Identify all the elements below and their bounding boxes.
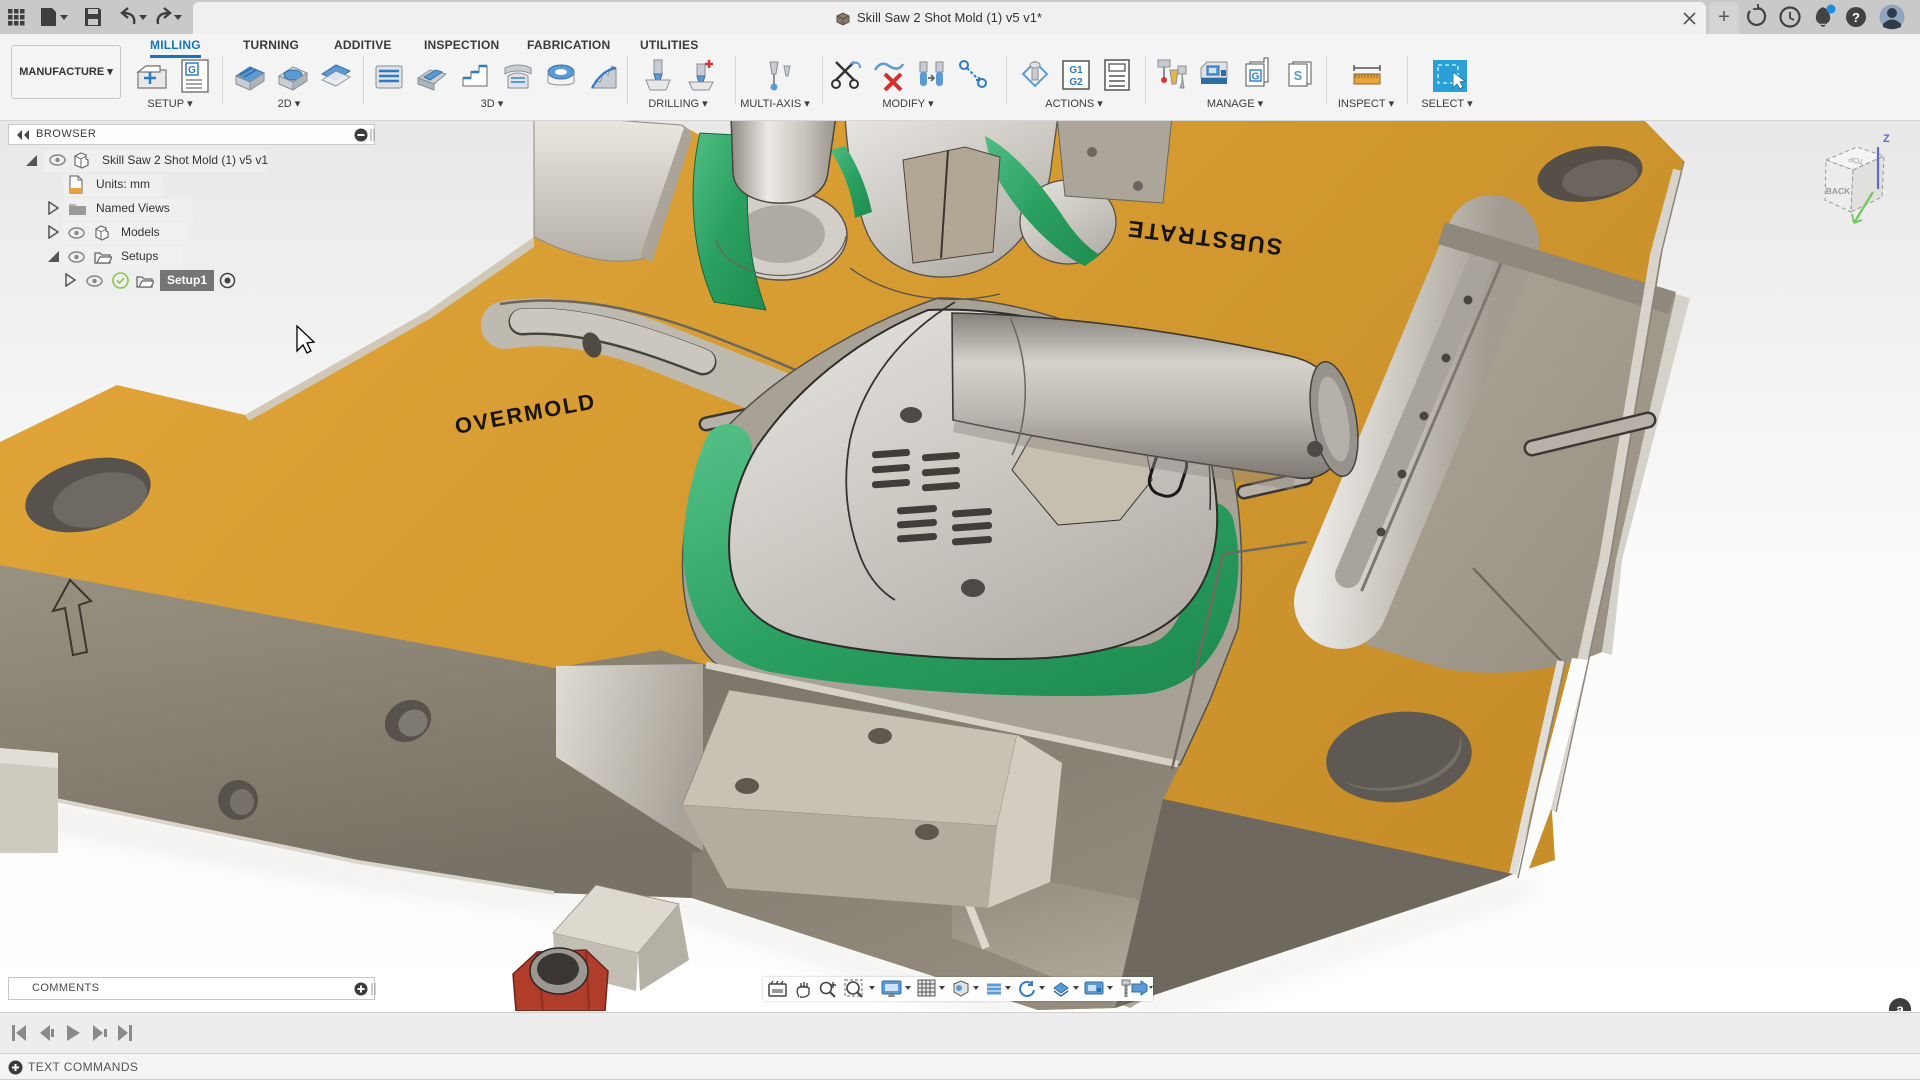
svg-text:G: G xyxy=(188,65,196,76)
svg-text:S: S xyxy=(1294,68,1303,83)
svg-text:Z: Z xyxy=(1883,133,1890,145)
svg-text:G2: G2 xyxy=(1069,77,1083,88)
svg-text:G: G xyxy=(1252,72,1260,83)
svg-text:a: a xyxy=(1896,1001,1904,1011)
svg-text:G1: G1 xyxy=(1069,65,1083,76)
svg-text:?: ? xyxy=(1852,10,1860,25)
svg-text:BACK: BACK xyxy=(1826,186,1851,196)
